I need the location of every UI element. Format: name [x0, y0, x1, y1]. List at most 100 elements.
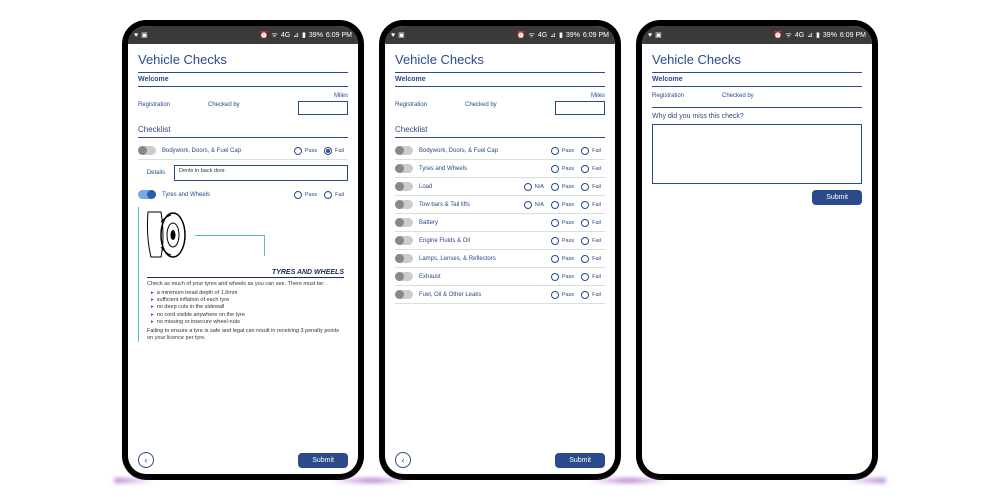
checked-by-label: Checked by: [208, 102, 278, 108]
welcome-header: Welcome: [652, 72, 862, 87]
miles-label: Miles: [535, 93, 605, 99]
clock: 6:09 PM: [840, 32, 866, 39]
check-row: LoadN/APassFail: [395, 178, 605, 196]
toggle-switch[interactable]: [395, 236, 413, 245]
welcome-header: Welcome: [138, 72, 348, 87]
status-bar: ♥ ▣ ⏰ ᯤ 4G ⊿ ▮ 39% 6:09 PM: [385, 26, 615, 44]
radio-fail[interactable]: [581, 165, 589, 173]
radio-fail[interactable]: [581, 291, 589, 299]
radio-pass[interactable]: [551, 165, 559, 173]
check-item-label: Fuel, Oil & Other Leaks: [419, 292, 551, 298]
back-button[interactable]: ‹: [395, 452, 411, 468]
check-row: Fuel, Oil & Other LeaksPassFail: [395, 286, 605, 304]
submit-button[interactable]: Submit: [298, 453, 348, 468]
signal-icon: ⊿: [550, 31, 556, 39]
image-icon: ▣: [655, 31, 662, 39]
radio-fail[interactable]: [581, 201, 589, 209]
radio-pass[interactable]: [551, 201, 559, 209]
miles-input[interactable]: [555, 101, 605, 115]
check-item-label: Tyres and Wheels: [419, 166, 551, 172]
wifi-icon: ᯤ: [271, 31, 277, 40]
check-row: ExhaustPassFail: [395, 268, 605, 286]
radio-fail[interactable]: [581, 237, 589, 245]
phone-mockup-1: ♥ ▣ ⏰ ᯤ 4G ⊿ ▮ 39% 6:09 PM Vehicle Check…: [122, 20, 364, 480]
radio-pass[interactable]: [294, 147, 302, 155]
battery-icon: ▮: [559, 31, 563, 39]
check-item-label: Bodywork, Doors, & Fuel Cap: [162, 148, 294, 154]
toggle-switch[interactable]: [395, 254, 413, 263]
image-icon: ▣: [141, 31, 148, 39]
screen: ♥ ▣ ⏰ ᯤ 4G ⊿ ▮ 39% 6:09 PM Vehicle Check…: [385, 26, 615, 474]
4g-icon: 4G: [795, 32, 804, 39]
radio-fail[interactable]: [581, 273, 589, 281]
4g-icon: 4G: [538, 32, 547, 39]
radio-fail[interactable]: [324, 191, 332, 199]
toggle-switch[interactable]: [138, 190, 156, 199]
image-icon: ▣: [398, 31, 405, 39]
radio-na[interactable]: [524, 183, 532, 191]
checklist-header: Checklist: [395, 125, 605, 138]
check-row: Tow bars & Tail liftsN/APassFail: [395, 196, 605, 214]
miles-input[interactable]: [298, 101, 348, 115]
check-item-label: Exhaust: [419, 274, 551, 280]
check-row: Lamps, Lenses, & ReflectorsPassFail: [395, 250, 605, 268]
back-button[interactable]: ‹: [138, 452, 154, 468]
submit-button[interactable]: Submit: [812, 190, 862, 205]
toggle-switch[interactable]: [395, 290, 413, 299]
check-item-label: Tow bars & Tail lifts: [419, 202, 524, 208]
submit-button[interactable]: Submit: [555, 453, 605, 468]
details-label: Details: [138, 170, 174, 176]
battery-icon: ▮: [816, 31, 820, 39]
toggle-switch[interactable]: [395, 200, 413, 209]
check-item-label: Engine Fluids & Oil: [419, 238, 551, 244]
radio-pass[interactable]: [294, 191, 302, 199]
radio-pass[interactable]: [551, 219, 559, 227]
tyres-info-panel: TYRES AND WHEELS Check as much of your t…: [138, 207, 348, 342]
status-bar: ♥ ▣ ⏰ ᯤ 4G ⊿ ▮ 39% 6:09 PM: [642, 26, 872, 44]
miles-label: Miles: [278, 93, 348, 99]
radio-pass[interactable]: [551, 183, 559, 191]
heart-icon: ♥: [134, 32, 138, 39]
toggle-switch[interactable]: [395, 182, 413, 191]
radio-fail[interactable]: [581, 255, 589, 263]
battery-percent: 39%: [566, 32, 580, 39]
page-title: Vehicle Checks: [652, 52, 862, 67]
tyres-heading: TYRES AND WHEELS: [147, 269, 344, 278]
check-row: Engine Fluids & OilPassFail: [395, 232, 605, 250]
details-input[interactable]: Dents in back door.: [174, 165, 348, 181]
signal-icon: ⊿: [293, 31, 299, 39]
alarm-icon: ⏰: [774, 31, 783, 39]
wifi-icon: ᯤ: [528, 31, 534, 40]
radio-fail[interactable]: [581, 183, 589, 191]
toggle-switch[interactable]: [138, 146, 156, 155]
tyres-footer: Failing to ensure a tyre is safe and leg…: [143, 328, 348, 342]
toggle-switch[interactable]: [395, 272, 413, 281]
radio-pass[interactable]: [551, 291, 559, 299]
reason-textarea[interactable]: [652, 124, 862, 184]
miss-question: Why did you miss this check?: [652, 107, 862, 120]
clock: 6:09 PM: [326, 32, 352, 39]
radio-pass[interactable]: [551, 255, 559, 263]
radio-pass[interactable]: [551, 147, 559, 155]
radio-na[interactable]: [524, 201, 532, 209]
toggle-switch[interactable]: [395, 218, 413, 227]
registration-label: Registration: [138, 102, 208, 108]
toggle-switch[interactable]: [395, 146, 413, 155]
check-row: Bodywork, Doors, & Fuel CapPassFail: [395, 142, 605, 160]
radio-pass[interactable]: [551, 273, 559, 281]
toggle-switch[interactable]: [395, 164, 413, 173]
check-row: Tyres and Wheels Pass Fail: [138, 186, 348, 203]
page-title: Vehicle Checks: [395, 52, 605, 67]
battery-icon: ▮: [302, 31, 306, 39]
checklist-header: Checklist: [138, 125, 348, 138]
radio-pass[interactable]: [551, 237, 559, 245]
radio-fail[interactable]: [581, 219, 589, 227]
alarm-icon: ⏰: [260, 31, 269, 39]
radio-fail[interactable]: [581, 147, 589, 155]
battery-percent: 39%: [823, 32, 837, 39]
welcome-header: Welcome: [395, 72, 605, 87]
radio-fail[interactable]: [324, 147, 332, 155]
check-item-label: Tyres and Wheels: [162, 192, 294, 198]
phone-mockup-2: ♥ ▣ ⏰ ᯤ 4G ⊿ ▮ 39% 6:09 PM Vehicle Check…: [379, 20, 621, 480]
check-row: BatteryPassFail: [395, 214, 605, 232]
